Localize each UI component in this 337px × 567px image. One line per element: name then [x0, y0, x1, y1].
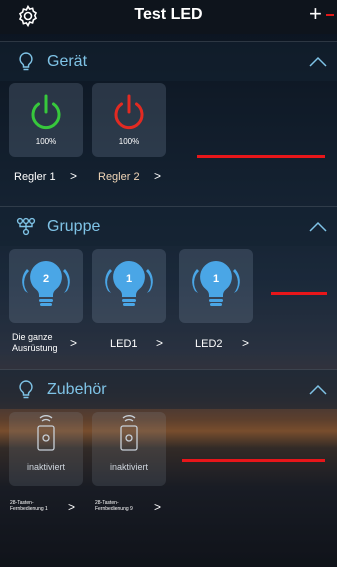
group-tile-led1[interactable]: 1	[92, 249, 166, 323]
chevron-right-icon[interactable]: >	[70, 169, 77, 183]
device-label-regler-1[interactable]: Regler 1	[14, 171, 56, 183]
lightbulb-outline-icon	[19, 380, 33, 399]
chevron-up-icon[interactable]	[308, 384, 328, 396]
group-icon	[16, 217, 36, 236]
group-count: 1	[213, 273, 219, 285]
chevron-right-icon[interactable]: >	[154, 500, 161, 514]
chevron-right-icon[interactable]: >	[156, 336, 163, 350]
top-bar: Test LED +	[0, 0, 337, 34]
accessory-label-9[interactable]: 28-Tasten-Fernbedienung 9	[95, 500, 151, 512]
section-title: Zubehör	[47, 381, 107, 398]
red-marker-line	[182, 459, 325, 462]
device-tile-regler-1[interactable]: 100%	[9, 83, 83, 157]
chevron-up-icon[interactable]	[308, 56, 328, 68]
group-tile-led2[interactable]: 1	[179, 249, 253, 323]
device-tile-regler-2[interactable]: 100%	[92, 83, 166, 157]
section-title: Gruppe	[47, 218, 101, 235]
device-label-regler-2[interactable]: Regler 2	[98, 171, 140, 183]
group-count: 2	[43, 273, 49, 285]
accessory-tile-9[interactable]: inaktiviert	[92, 412, 166, 486]
chevron-up-icon[interactable]	[308, 221, 328, 233]
app-root: Test LED + Gerät 100% 100% Regler 1 > Re…	[0, 0, 337, 567]
section-header-geraet[interactable]: Gerät	[0, 41, 337, 81]
lightbulb-outline-icon	[19, 52, 33, 71]
red-marker-line	[271, 292, 327, 295]
accessory-status: inaktiviert	[109, 462, 148, 472]
group-label-led1[interactable]: LED1	[110, 338, 138, 350]
red-marker	[326, 14, 334, 16]
section-header-gruppe[interactable]: Gruppe	[0, 206, 337, 246]
chevron-right-icon[interactable]: >	[70, 336, 77, 350]
group-label-led2[interactable]: LED2	[195, 338, 223, 350]
bulb-group-icon: 2	[22, 261, 70, 306]
section-header-zubehoer[interactable]: Zubehör	[0, 369, 337, 409]
accessory-tile-1[interactable]: inaktiviert	[9, 412, 83, 486]
brightness-percent: 100%	[118, 137, 140, 146]
section-title: Gerät	[47, 53, 88, 70]
bulb-group-icon: 1	[192, 261, 240, 306]
group-tile-all[interactable]: 2	[9, 249, 83, 323]
page-title: Test LED	[134, 6, 203, 23]
remote-control-icon	[120, 415, 138, 451]
remote-control-icon	[37, 415, 55, 451]
bulb-group-icon: 1	[105, 261, 153, 306]
group-label-all[interactable]: Die ganze Ausrüstung	[12, 332, 68, 354]
accessory-label-1[interactable]: 28-Tasten-Fernbedienung 1	[10, 500, 66, 512]
accessory-status: inaktiviert	[26, 462, 65, 472]
plus-icon[interactable]: +	[309, 2, 322, 26]
red-marker-line	[197, 155, 325, 158]
brightness-percent: 100%	[35, 137, 57, 146]
chevron-right-icon[interactable]: >	[68, 500, 75, 514]
chevron-right-icon[interactable]: >	[242, 336, 249, 350]
chevron-right-icon[interactable]: >	[154, 169, 161, 183]
group-count: 1	[126, 273, 132, 285]
